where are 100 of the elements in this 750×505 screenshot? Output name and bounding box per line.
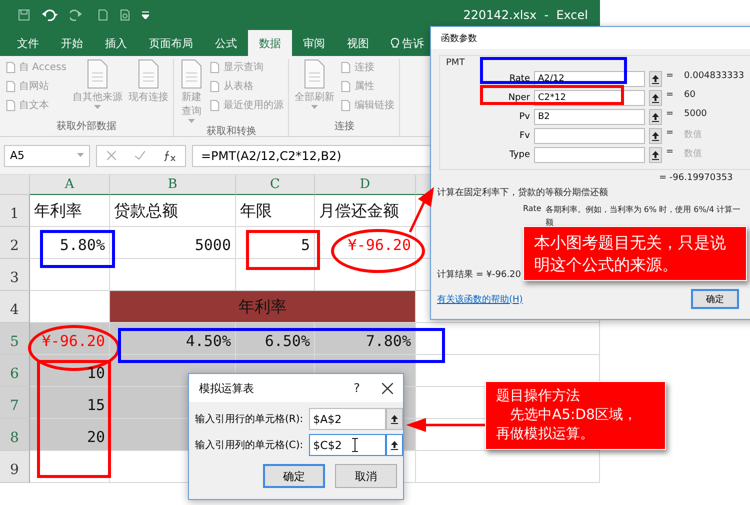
row-header[interactable]: 8 — [0, 419, 30, 451]
argument-result: 60 — [684, 90, 696, 100]
row-header[interactable]: 2 — [0, 227, 30, 259]
cell-text: 年利率 — [34, 201, 82, 222]
document-icon — [340, 100, 352, 110]
cell-text: ¥-96.20 — [42, 332, 105, 350]
function-description: 计算在固定利率下，贷款的等额分期偿还额 — [437, 186, 608, 199]
save-icon[interactable] — [18, 9, 30, 21]
ribbon-tab[interactable]: 页面布局 — [138, 30, 204, 56]
argument-label: Type — [508, 150, 530, 160]
argument-result: 5000 — [684, 109, 708, 119]
upload-icon — [391, 440, 398, 450]
ribbon-tab[interactable]: 视图 — [336, 30, 380, 56]
function-icon[interactable] — [164, 150, 176, 160]
name-box[interactable]: A5 — [4, 144, 90, 166]
undo-icon[interactable] — [42, 9, 58, 21]
row-header[interactable]: 9 — [0, 451, 30, 483]
cell-text: 月偿还金额 — [319, 201, 399, 222]
cell-text: 贷款总额 — [114, 201, 178, 222]
ribbon-tab[interactable]: 数据 — [248, 30, 292, 56]
ribbon-tab[interactable]: 插入 — [94, 30, 138, 56]
caret-icon — [77, 153, 84, 158]
document-icon — [340, 80, 352, 92]
field-label: 输入引用行的单元格(R): — [195, 412, 304, 426]
check-icon[interactable] — [134, 151, 144, 160]
argument-field[interactable] — [534, 128, 645, 144]
dialog-title: 函数参数 — [441, 32, 478, 44]
formula-result: = -96.19970353 — [659, 173, 733, 183]
collapse-button[interactable] — [649, 90, 662, 106]
argument-name: Rate — [523, 204, 542, 213]
print-preview-icon[interactable] — [120, 9, 130, 21]
row-header[interactable]: 6 — [0, 355, 30, 387]
cell-text: 6.50% — [264, 332, 310, 350]
ribbon-tab[interactable]: 文件 — [6, 30, 50, 56]
column-header[interactable]: C — [236, 175, 315, 195]
column-header[interactable]: D — [315, 175, 416, 195]
callout-text: 本小图考题目无关，只是说 — [534, 232, 727, 254]
callout-text: 先选中A5:D8区域， — [509, 406, 638, 425]
ribbon-tab[interactable]: 开始 — [50, 30, 94, 56]
field-label: 输入引用列的单元格(C): — [195, 438, 304, 452]
column-header[interactable]: A — [30, 175, 110, 195]
cell-text: ¥-96.20 — [348, 236, 411, 254]
cell-text: 15 — [86, 396, 105, 414]
ribbon-group-label: 连接 — [333, 120, 356, 134]
arrow — [408, 187, 434, 233]
collapse-button[interactable] — [649, 109, 662, 125]
collapse-button[interactable] — [386, 408, 403, 430]
dialog-title: 模拟运算表 — [199, 380, 255, 396]
upload-icon — [652, 112, 659, 122]
ribbon-group-label: 获取外部数据 — [56, 120, 118, 134]
row-header[interactable]: 5 — [0, 323, 30, 355]
close-icon[interactable] — [382, 382, 393, 394]
collapse-button[interactable] — [649, 128, 662, 144]
document-icon — [209, 62, 220, 72]
argument-label: Pv — [518, 112, 530, 122]
collapse-button[interactable] — [649, 71, 662, 87]
callout-text: 明这个公式的来源。 — [534, 254, 679, 276]
collapse-button[interactable] — [649, 147, 662, 163]
cell-text: 年限 — [240, 201, 272, 222]
document-icon[interactable] — [98, 9, 108, 21]
row-header[interactable]: 7 — [0, 387, 30, 419]
document-icon — [5, 80, 16, 92]
help-link[interactable]: 有关该函数的帮助(H) — [437, 292, 523, 306]
cell-reference-field[interactable]: $C$2 — [309, 434, 386, 456]
cell-text: 7.80% — [366, 332, 411, 350]
row-header[interactable]: 1 — [0, 195, 30, 227]
cell-reference-field[interactable]: $A$2 — [309, 408, 386, 430]
column-header[interactable]: B — [110, 175, 236, 195]
cancel-button[interactable]: 取消 — [335, 464, 397, 488]
customize-icon[interactable] — [142, 11, 149, 19]
collapse-button[interactable] — [386, 434, 403, 456]
equals-sign: = — [666, 147, 675, 157]
argument-hint: 数值 — [684, 148, 703, 160]
row-header[interactable]: 3 — [0, 259, 30, 291]
ok-button[interactable]: 确定 — [263, 464, 325, 488]
document-icon — [340, 62, 352, 72]
ok-button[interactable]: 确定 — [691, 289, 739, 309]
ribbon-tab[interactable]: 审阅 — [292, 30, 336, 56]
lightbulb-icon — [391, 38, 399, 48]
upload-icon — [652, 74, 659, 84]
document-icon — [209, 100, 220, 110]
argument-description: 额 — [545, 217, 554, 228]
argument-field[interactable] — [534, 147, 645, 163]
calculation-result: 计算结果 = ¥-96.20 — [437, 268, 522, 281]
help-button[interactable]: ? — [354, 381, 360, 395]
ribbon-tab[interactable]: 告诉 — [380, 30, 435, 56]
argument-field[interactable]: B2 — [534, 109, 645, 125]
window-title: 220142.xlsx - Excel — [463, 8, 588, 22]
cell-text: 5.80% — [60, 236, 105, 254]
row-header[interactable]: 4 — [0, 291, 30, 323]
callout-text: 再做模拟运算。 — [496, 424, 595, 444]
argument-result: 0.004833333 — [684, 71, 744, 81]
cell-text: 5000 — [194, 236, 231, 254]
function-name: PMT — [446, 58, 465, 68]
text-cursor-icon — [352, 438, 358, 452]
argument-label: Rate — [508, 74, 530, 84]
cell-text: 年利率 — [238, 297, 286, 318]
ribbon-tab[interactable]: 公式 — [204, 30, 248, 56]
argument-label: Fv — [518, 131, 530, 141]
document-icon — [5, 62, 16, 72]
